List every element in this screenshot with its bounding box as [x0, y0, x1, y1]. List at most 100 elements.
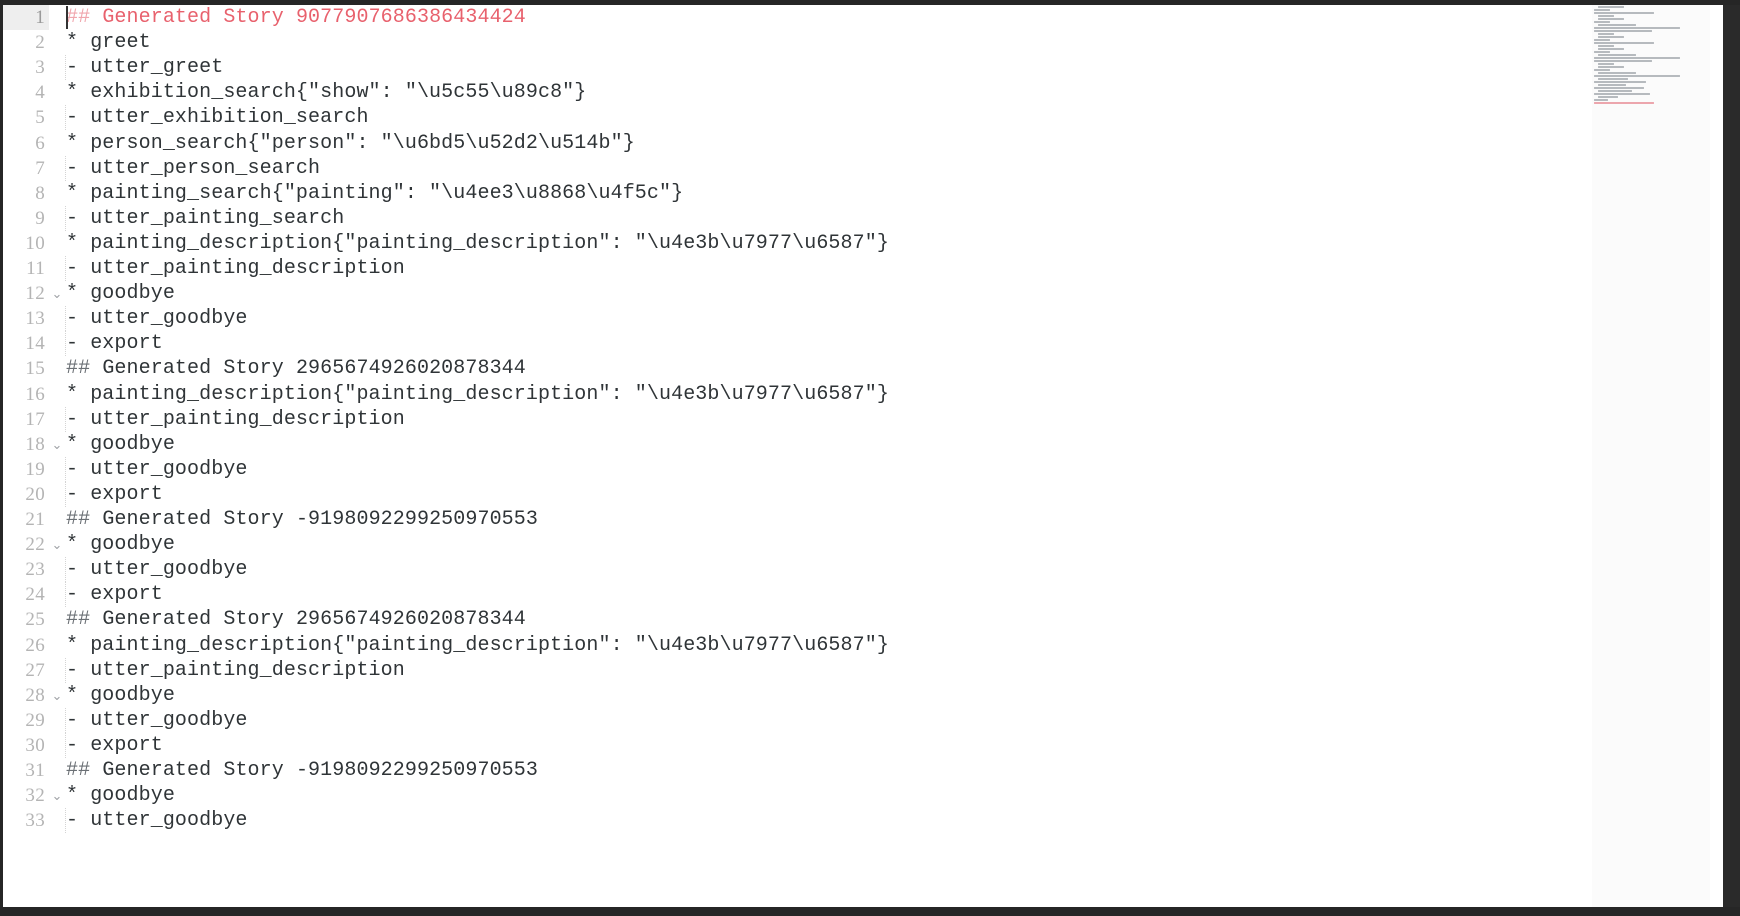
fold-placeholder: [49, 181, 65, 206]
fold-placeholder: [49, 582, 65, 607]
code-line-text: - utter_goodbye: [66, 457, 248, 482]
markdown-heading-text: Generated Story -9198092299250970553: [90, 508, 538, 531]
code-line[interactable]: 30 - export: [3, 732, 1583, 758]
fold-placeholder: [49, 808, 65, 833]
fold-placeholder: [49, 55, 65, 80]
line-number: 4: [35, 82, 45, 104]
code-line-text: * exhibition_search{"show": "\u5c55\u89c…: [66, 80, 586, 105]
code-token: * painting_description{"painting_descrip…: [66, 231, 889, 255]
code-line[interactable]: 6 * person_search{"person": "\u6bd5\u52d2…: [3, 131, 1583, 156]
code-line-text: - utter_greet: [66, 55, 223, 80]
code-line-text: - utter_goodbye: [66, 708, 248, 733]
fold-placeholder: [49, 331, 65, 356]
fold-placeholder: [49, 407, 65, 432]
fold-placeholder: [49, 708, 65, 733]
line-number: 33: [25, 810, 45, 832]
line-number: 10: [25, 232, 45, 254]
minimap-slider[interactable]: [1592, 5, 1710, 907]
code-line[interactable]: 33 - utter_goodbye: [3, 808, 1583, 834]
text-cursor: [66, 6, 68, 29]
vertical-scrollbar-track[interactable]: [1710, 5, 1723, 907]
line-number: 28: [25, 684, 45, 706]
code-line-text: * painting_description{"painting_descrip…: [66, 633, 889, 658]
code-line-text: * goodbye: [66, 281, 175, 306]
code-editor-content[interactable]: 1 ## Generated Story 9077907686386434424 2…: [3, 5, 1583, 907]
code-line[interactable]: 17 - utter_painting_description: [3, 406, 1583, 432]
code-line-text: - export: [66, 331, 163, 356]
code-line[interactable]: 4 * exhibition_search{"show": "\u5c55\u89…: [3, 80, 1583, 105]
code-line[interactable]: 27 - utter_painting_description: [3, 657, 1583, 683]
code-line[interactable]: 16 * painting_description{"painting_descr…: [3, 382, 1583, 407]
code-token: - utter_goodbye: [66, 809, 248, 833]
code-line[interactable]: 12 ⌄ * goodbye: [3, 281, 1583, 306]
code-token: - utter_exhibition_search: [66, 106, 369, 130]
code-line[interactable]: 25 ## Generated Story 2965674926020878344: [3, 607, 1583, 632]
line-number: 5: [35, 107, 45, 129]
fold-placeholder: [49, 658, 65, 683]
markdown-heading-text: Generated Story -9198092299250970553: [90, 759, 538, 782]
code-line[interactable]: 7 - utter_person_search: [3, 155, 1583, 181]
fold-placeholder: [49, 306, 65, 331]
code-token: * goodbye: [66, 784, 175, 808]
code-line[interactable]: 5 - utter_exhibition_search: [3, 105, 1583, 131]
code-line[interactable]: 9 - utter_painting_search: [3, 205, 1583, 231]
line-number: 31: [25, 760, 45, 781]
code-line-text: - utter_person_search: [66, 156, 320, 181]
fold-chevron-icon[interactable]: ⌄: [49, 432, 65, 457]
code-line-text: ## Generated Story 2965674926020878344: [66, 356, 526, 381]
code-line[interactable]: 28 ⌄ * goodbye: [3, 683, 1583, 708]
code-line-text: * goodbye: [66, 683, 175, 708]
fold-chevron-icon[interactable]: ⌄: [49, 532, 65, 557]
code-token: * goodbye: [66, 533, 175, 557]
code-token: * painting_description{"painting_descrip…: [66, 382, 889, 406]
window-bottom-edge: [0, 907, 1740, 916]
code-line[interactable]: 20 - export: [3, 481, 1583, 507]
fold-placeholder: [49, 607, 65, 632]
code-line[interactable]: 21 ## Generated Story -919809229925097055…: [3, 507, 1583, 532]
fold-placeholder: [49, 256, 65, 281]
code-line[interactable]: 11 - utter_painting_description: [3, 256, 1583, 282]
code-line-text: - utter_painting_description: [66, 407, 405, 432]
code-line-text: * goodbye: [66, 783, 175, 808]
line-number: 19: [25, 458, 45, 480]
line-number: 13: [25, 308, 45, 330]
code-line[interactable]: 14 - export: [3, 331, 1583, 357]
code-token: - utter_painting_description: [66, 658, 405, 682]
window-left-edge: [0, 0, 3, 916]
code-token: - utter_painting_description: [66, 407, 405, 431]
code-line-text: - utter_goodbye: [66, 306, 248, 331]
code-line[interactable]: 24 - export: [3, 582, 1583, 608]
code-line[interactable]: 3 - utter_greet: [3, 55, 1583, 81]
line-number: 1: [3, 5, 49, 31]
code-line[interactable]: 32 ⌄ * goodbye: [3, 783, 1583, 808]
line-number: 16: [25, 383, 45, 405]
code-line[interactable]: 18 ⌄ * goodbye: [3, 432, 1583, 457]
line-number: 18: [25, 433, 45, 455]
fold-placeholder: [49, 131, 65, 156]
window-top-edge: [0, 0, 1740, 5]
code-token: * goodbye: [66, 432, 175, 456]
code-line[interactable]: 1 ## Generated Story 9077907686386434424: [3, 5, 1583, 31]
code-line[interactable]: 29 - utter_goodbye: [3, 707, 1583, 733]
code-line[interactable]: 13 - utter_goodbye: [3, 306, 1583, 332]
code-line[interactable]: 8 * painting_search{"painting": "\u4ee3\u…: [3, 181, 1583, 206]
line-number: 20: [25, 483, 45, 505]
code-line[interactable]: 15 ## Generated Story 2965674926020878344: [3, 356, 1583, 381]
fold-chevron-icon[interactable]: ⌄: [49, 281, 65, 306]
fold-chevron-icon[interactable]: ⌄: [49, 683, 65, 708]
fold-chevron-icon[interactable]: ⌄: [49, 783, 65, 808]
code-line[interactable]: 19 - utter_goodbye: [3, 456, 1583, 482]
fold-placeholder: [49, 105, 65, 130]
code-line[interactable]: 31 ## Generated Story -919809229925097055…: [3, 758, 1583, 783]
code-token: * person_search{"person": "\u6bd5\u52d2\…: [66, 131, 635, 155]
code-line[interactable]: 2 * greet: [3, 30, 1583, 55]
code-line[interactable]: 22 ⌄ * goodbye: [3, 532, 1583, 557]
line-number: 29: [25, 709, 45, 731]
markdown-heading-text: Generated Story 2965674926020878344: [90, 357, 526, 381]
code-line[interactable]: 10 * painting_description{"painting_descr…: [3, 231, 1583, 256]
code-line[interactable]: 26 * painting_description{"painting_descr…: [3, 633, 1583, 658]
minimap[interactable]: [1592, 5, 1710, 907]
code-line[interactable]: 23 - utter_goodbye: [3, 557, 1583, 583]
code-line-text: * greet: [66, 30, 151, 55]
code-line-text: * painting_search{"painting": "\u4ee3\u8…: [66, 181, 683, 206]
